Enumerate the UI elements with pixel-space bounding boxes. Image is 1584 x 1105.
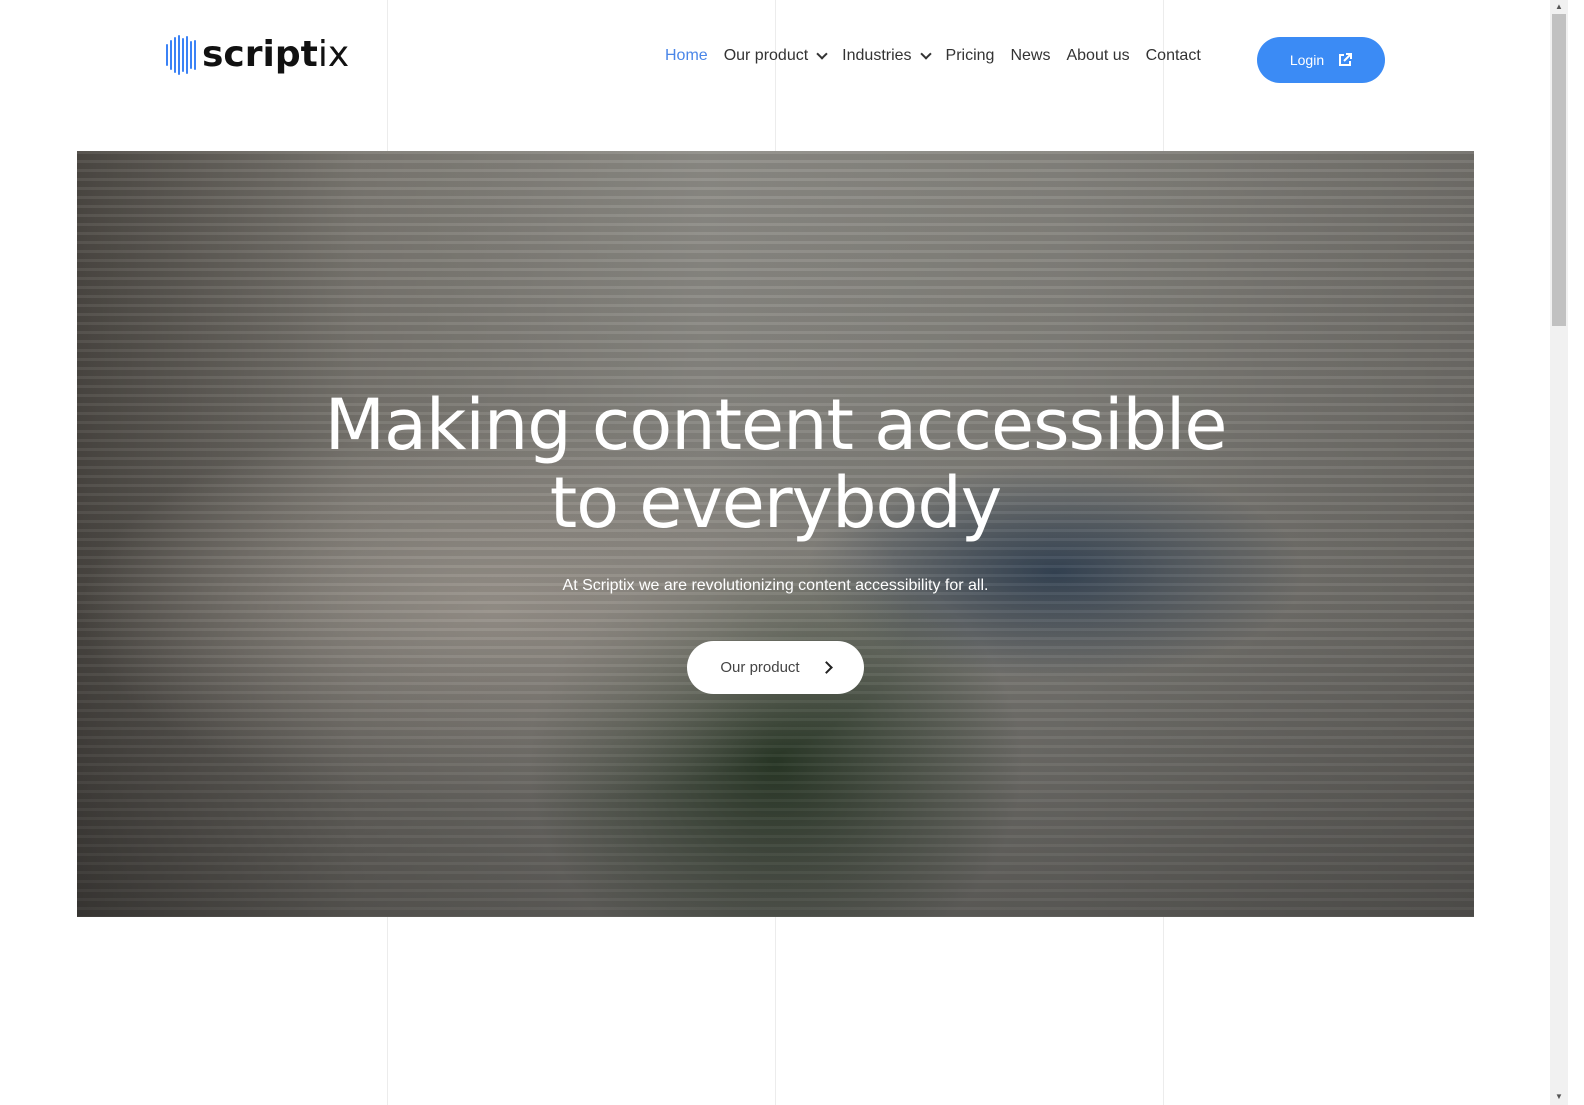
nav-home[interactable]: Home xyxy=(665,47,708,65)
scroll-up-icon[interactable]: ▲ xyxy=(1555,2,1563,11)
cta-label: Our product xyxy=(720,659,800,676)
login-label: Login xyxy=(1289,52,1325,68)
logo-text: scriptix xyxy=(202,34,350,75)
login-button[interactable]: Login xyxy=(1257,37,1385,83)
nav-label: Home xyxy=(665,47,708,64)
chevron-down-icon xyxy=(919,48,932,60)
external-link-icon xyxy=(1339,53,1353,66)
nav-pricing[interactable]: Pricing xyxy=(946,47,995,65)
nav-label: Pricing xyxy=(945,47,995,64)
nav-news[interactable]: News xyxy=(1010,47,1050,65)
our-product-button[interactable]: Our product xyxy=(687,641,864,694)
nav-our-product[interactable]: Our product xyxy=(723,47,828,65)
soundwave-logo-icon xyxy=(166,34,196,75)
logo[interactable]: scriptix xyxy=(166,34,349,75)
nav-contact[interactable]: Contact xyxy=(1146,47,1201,65)
scroll-down-icon[interactable]: ▼ xyxy=(1555,1092,1563,1101)
nav-about-us[interactable]: About us xyxy=(1066,47,1129,65)
hero-banner: Making content accessible to everybody A… xyxy=(77,151,1474,917)
nav-label: About us xyxy=(1066,47,1130,64)
nav-label: Contact xyxy=(1145,47,1201,64)
hero-title: Making content accessible to everybody xyxy=(324,384,1228,544)
chevron-right-icon xyxy=(819,661,833,674)
nav-label: Our product xyxy=(723,47,809,64)
scrollbar[interactable]: ▲ ▼ xyxy=(1550,0,1568,1105)
main-nav: Home Our product Industries Pricing News… xyxy=(665,47,1217,65)
scrollbar-thumb[interactable] xyxy=(1552,14,1566,326)
nav-label: Industries xyxy=(842,47,912,64)
site-header: scriptix Home Our product Industries Pri… xyxy=(0,0,1550,96)
hero-subtitle: At Scriptix we are revolutionizing conte… xyxy=(562,577,989,594)
chevron-down-icon xyxy=(816,48,828,60)
nav-label: News xyxy=(1010,47,1051,64)
nav-industries[interactable]: Industries xyxy=(842,47,932,65)
